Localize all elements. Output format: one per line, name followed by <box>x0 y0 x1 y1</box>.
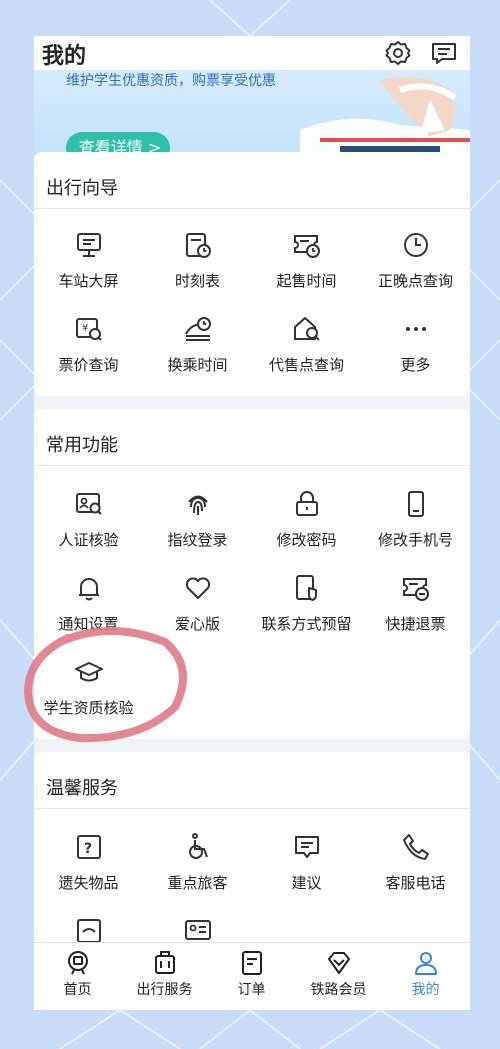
travel-guide-card: 出行向导 车站大屏 时刻表 起售时间 正晚点查询 ¥ 票价查询 换乘时间 代售点… <box>34 152 470 396</box>
luggage-icon <box>154 951 175 974</box>
grid-item-station-screen[interactable]: 车站大屏 <box>34 230 143 291</box>
tab-label: 首页 <box>63 982 92 998</box>
divider <box>34 808 470 809</box>
grid-item-sale-time[interactable]: 起售时间 <box>252 230 361 291</box>
bell-icon <box>78 578 99 601</box>
tab-label: 出行服务 <box>136 982 193 998</box>
divider <box>34 465 470 466</box>
divider <box>34 208 470 209</box>
bottom-tab-bar: 首页 出行服务 订单 铁路会员 我的 <box>34 942 470 1010</box>
grid-item-timetable[interactable]: 时刻表 <box>143 230 252 291</box>
tab-mine[interactable]: 我的 <box>382 949 469 999</box>
grid-item-label: 时刻表 <box>174 272 220 290</box>
grid-item-contact-reserve[interactable]: 联系方式预留 <box>252 573 361 634</box>
grid-item-label: 代售点查询 <box>268 356 344 374</box>
tab-label: 铁路会员 <box>310 982 367 998</box>
svg-text:¥: ¥ <box>82 323 88 334</box>
grid-item-fingerprint[interactable]: 指纹登录 <box>143 489 252 550</box>
heart-icon <box>185 577 210 599</box>
grid-item-label: 遗失物品 <box>58 874 119 892</box>
tab-orders[interactable]: 订单 <box>208 949 295 999</box>
grid-item-service-phone[interactable]: 客服电话 <box>361 832 470 893</box>
grid-item-more[interactable]: 更多 <box>361 314 470 375</box>
order-icon <box>241 951 262 975</box>
tab-label: 订单 <box>237 982 266 998</box>
phone-icon <box>407 491 424 517</box>
transfer-time-icon <box>184 317 211 341</box>
tab-label: 我的 <box>411 982 440 998</box>
tab-travel-service[interactable]: 出行服务 <box>121 949 208 999</box>
common-functions-card: 常用功能 人证核验 指纹登录 修改密码 修改手机号 通知设置 爱心版 联系方式预… <box>34 409 470 739</box>
page-title: 我的 <box>42 44 87 69</box>
section-title: 常用功能 <box>46 435 118 456</box>
home-train-icon <box>67 951 88 975</box>
grid-item-care-mode[interactable]: 爱心版 <box>143 573 252 634</box>
section-title: 温馨服务 <box>46 778 118 799</box>
clock-icon <box>403 233 428 257</box>
grid-item-change-phone[interactable]: 修改手机号 <box>361 489 470 550</box>
grid-item-label: 爱心版 <box>174 615 220 633</box>
grid-item-student-verify[interactable]: 学生资质核验 <box>34 657 143 718</box>
more-icon <box>405 327 426 331</box>
grid-item-lost-items[interactable]: ? 遗失物品 <box>34 832 143 893</box>
sale-time-icon <box>293 235 320 258</box>
grid-item-label: 车站大屏 <box>58 272 119 290</box>
suggestion-icon <box>294 836 319 858</box>
top-bar: 我的 <box>34 36 470 70</box>
id-verify-icon <box>75 493 102 515</box>
tab-home[interactable]: 首页 <box>34 949 121 999</box>
grid-item-label: 起售时间 <box>276 272 337 290</box>
wheelchair-icon <box>188 833 208 859</box>
grid-item-label: 通知设置 <box>58 615 119 633</box>
section-title: 出行向导 <box>46 178 118 199</box>
grid-item-price-query[interactable]: ¥ 票价查询 <box>34 314 143 375</box>
settings-gear-icon[interactable] <box>384 39 412 67</box>
grid-item-agency-query[interactable]: 代售点查询 <box>252 314 361 375</box>
grid-item-label: 人证核验 <box>58 531 119 549</box>
grid-item-transfer-time[interactable]: 换乘时间 <box>143 314 252 375</box>
grid-item-label: 学生资质核验 <box>43 699 134 717</box>
grid-item-notification-settings[interactable]: 通知设置 <box>34 573 143 634</box>
fingerprint-icon <box>187 495 208 515</box>
station-screen-icon <box>76 233 101 257</box>
grid-item-priority-passenger[interactable]: 重点旅客 <box>143 832 252 893</box>
warm-services-card: 温馨服务 ? 遗失物品 重点旅客 建议 客服电话 <box>34 752 470 952</box>
quick-refund-icon <box>402 578 429 601</box>
grid-item-label: 客服电话 <box>385 874 446 892</box>
grid-item-label: 联系方式预留 <box>261 615 352 633</box>
grid-item-label: 建议 <box>291 874 322 892</box>
phone-screen: 我的 维护学生优惠资质，购票享受优惠 查看详情 > 出行向导 车站大屏 时刻表 … <box>34 36 470 1010</box>
grid-item-label: 重点旅客 <box>167 874 228 892</box>
contact-reserve-icon <box>295 575 317 601</box>
graduation-cap-icon <box>74 662 103 682</box>
svg-text:?: ? <box>84 841 92 857</box>
grid-item-label: 换乘时间 <box>167 356 228 374</box>
lost-item-icon: ? <box>76 835 101 859</box>
grid-item-label: 指纹登录 <box>167 531 228 549</box>
grid-item-change-password[interactable]: 修改密码 <box>252 489 361 550</box>
grid-item-label: 更多 <box>400 356 431 374</box>
grid-item-id-verify[interactable]: 人证核验 <box>34 489 143 550</box>
timetable-icon <box>185 233 211 258</box>
user-icon <box>414 952 437 975</box>
tab-railway-member[interactable]: 铁路会员 <box>295 949 382 999</box>
message-icon[interactable] <box>430 39 458 67</box>
grid-item-label: 票价查询 <box>58 356 119 374</box>
diamond-icon <box>327 952 350 974</box>
grid-item-quick-refund[interactable]: 快捷退票 <box>361 573 470 634</box>
grid-item-label: 快捷退票 <box>385 615 446 633</box>
phone-call-icon <box>402 834 429 860</box>
lock-icon <box>295 491 318 516</box>
banner-subtitle: 维护学生优惠资质，购票享受优惠 <box>66 73 276 89</box>
grid-item-suggestion[interactable]: 建议 <box>252 832 361 893</box>
price-search-icon: ¥ <box>75 318 102 341</box>
grid-item-label: 正晚点查询 <box>377 272 453 290</box>
grid-item-label: 修改手机号 <box>377 531 453 549</box>
grid-item-label: 修改密码 <box>276 531 337 549</box>
agency-search-icon <box>293 317 320 341</box>
grid-item-delay-query[interactable]: 正晚点查询 <box>361 230 470 291</box>
